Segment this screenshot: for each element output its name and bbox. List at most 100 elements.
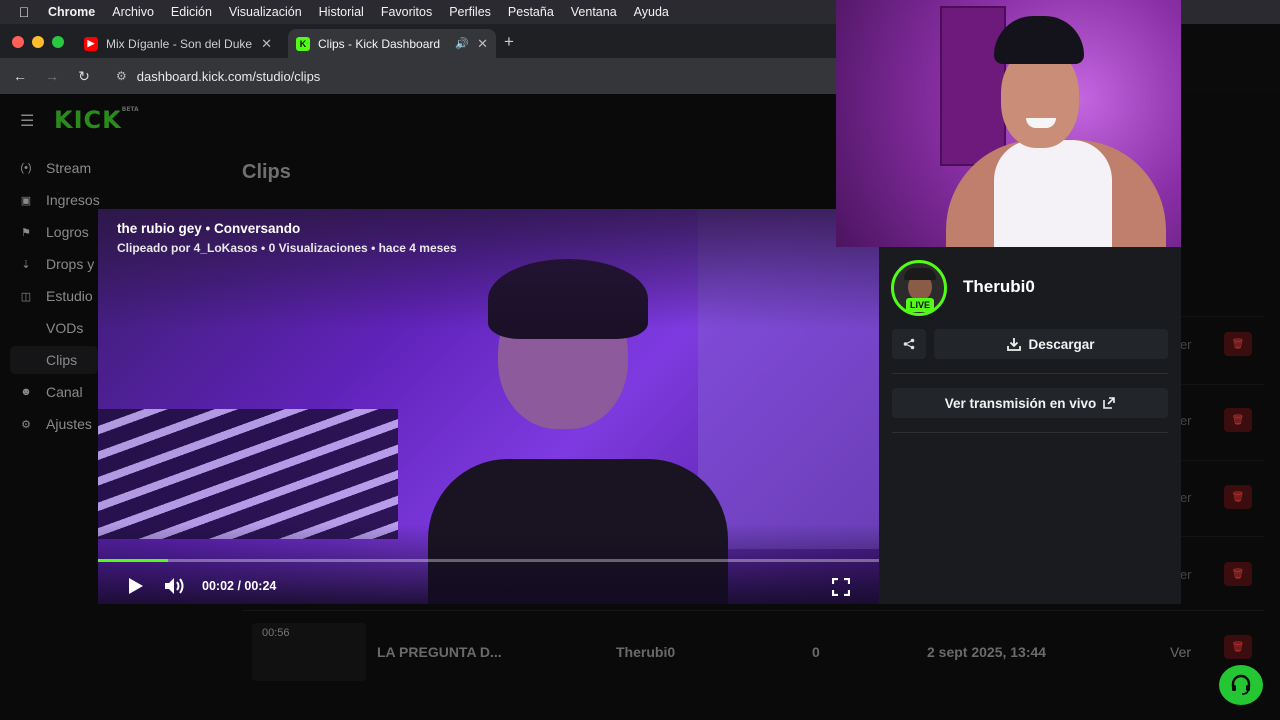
webcam-image	[994, 140, 1112, 247]
clip-views: 0	[812, 644, 820, 660]
sidebar-item-label: Canal	[46, 384, 83, 400]
support-button[interactable]	[1219, 665, 1263, 705]
delete-icon[interactable]: 🗑	[1224, 562, 1252, 586]
tab-kick-dashboard[interactable]: K Clips - Kick Dashboard 🔊 ✕	[288, 29, 496, 58]
live-badge: LIVE	[906, 298, 934, 312]
sidebar-item-label: Clips	[46, 352, 78, 368]
reload-icon[interactable]: ↻	[68, 68, 100, 85]
studio-icon: ◫	[20, 290, 32, 303]
address-bar-row: ← → ↻ ⚙ dashboard.kick.com/studio/clips	[0, 58, 836, 94]
sidebar-item-stream[interactable]: (•) Stream	[18, 160, 91, 176]
url-field[interactable]: ⚙ dashboard.kick.com/studio/clips	[116, 69, 320, 84]
menu-historial[interactable]: Historial	[319, 5, 364, 19]
menu-ayuda[interactable]: Ayuda	[634, 5, 669, 19]
sidebar-item-label: Ingresos	[46, 192, 100, 208]
clip-player[interactable]: the rubio gey • Conversando Clipeado por…	[98, 209, 879, 604]
webcam-image	[994, 16, 1084, 64]
view-link[interactable]: Ver	[1170, 644, 1191, 660]
sidebar-item-ajustes[interactable]: ⚙ Ajustes	[18, 416, 92, 432]
trophy-icon: ⚑	[21, 226, 31, 239]
back-icon[interactable]: ←	[4, 68, 36, 84]
divider	[892, 432, 1168, 433]
headset-icon	[1231, 674, 1251, 695]
sidebar-item-vods[interactable]: VODs	[46, 320, 83, 336]
watch-live-button[interactable]: Ver transmisión en vivo	[892, 388, 1168, 418]
beta-badge: BETA	[121, 106, 139, 113]
clip-title: LA PREGUNTA D...	[377, 644, 502, 660]
tab-title: Clips - Kick Dashboard	[318, 36, 441, 51]
speaker-icon[interactable]: 🔊	[455, 37, 469, 50]
clip-title: the rubio gey • Conversando	[117, 221, 301, 236]
sidebar-item-logros[interactable]: ⚑ Logros	[18, 224, 89, 240]
menu-chrome[interactable]: Chrome	[48, 5, 95, 19]
menu-ventana[interactable]: Ventana	[571, 5, 617, 19]
close-tab-icon[interactable]: ✕	[477, 36, 488, 52]
clip-thumbnail[interactable]: 00:56	[252, 623, 366, 681]
video-frame	[98, 409, 398, 539]
share-button[interactable]	[892, 329, 926, 359]
new-tab-icon[interactable]: +	[504, 32, 514, 52]
avatar-image	[904, 268, 936, 280]
site-settings-icon[interactable]: ⚙	[116, 69, 127, 83]
tab-youtube-mix[interactable]: ▶ Mix Díganle - Son del Duke - ✕	[76, 29, 280, 58]
sidebar-item-label: Logros	[46, 224, 89, 240]
menu-perfiles[interactable]: Perfiles	[449, 5, 491, 19]
clip-duration: 00:56	[262, 627, 290, 639]
sidebar-item-label: Stream	[46, 160, 92, 176]
sidebar-item-label: Drops y	[46, 256, 95, 272]
delete-icon[interactable]: 🗑	[1224, 635, 1252, 659]
download-icon	[1007, 338, 1022, 351]
sidebar-item-canal[interactable]: ☻ Canal	[18, 384, 83, 400]
menu-icon[interactable]: ☰	[20, 111, 34, 131]
users-icon: ☻	[20, 386, 32, 398]
share-icon	[903, 338, 915, 350]
webcam-overlay	[836, 0, 1181, 247]
menu-archivo[interactable]: Archivo	[112, 5, 154, 19]
download-button[interactable]: Descargar	[934, 329, 1168, 359]
kick-logo[interactable]: KICKBETA	[54, 106, 139, 134]
forward-icon[interactable]: →	[36, 68, 68, 84]
menu-edicion[interactable]: Edición	[171, 5, 212, 19]
sidebar-item-ingresos[interactable]: ▣ Ingresos	[18, 192, 100, 208]
play-icon[interactable]	[128, 577, 144, 595]
sidebar-item-label: Ajustes	[46, 416, 92, 432]
menu-favoritos[interactable]: Favoritos	[381, 5, 432, 19]
channel-name[interactable]: Therubi0	[963, 277, 1035, 297]
sidebar-item-estudio[interactable]: ◫ Estudio	[18, 288, 93, 304]
apple-icon[interactable]: 	[0, 4, 48, 20]
divider	[892, 373, 1168, 374]
delete-icon[interactable]: 🗑	[1224, 485, 1252, 509]
broadcast-icon: (•)	[20, 162, 32, 174]
clip-meta: Clipeado por 4_LoKasos • 0 Visualizacion…	[117, 241, 457, 255]
progress-bar[interactable]	[98, 559, 879, 562]
close-window-button[interactable]	[12, 36, 24, 48]
tab-title: Mix Díganle - Son del Duke -	[106, 36, 254, 51]
zoom-window-button[interactable]	[52, 36, 64, 48]
page-title: Clips	[242, 161, 291, 183]
clip-side-panel: LIVE Therubi0 Descargar Ver transmisión …	[879, 247, 1181, 604]
menu-visualizacion[interactable]: Visualización	[229, 5, 302, 19]
progress-fill	[98, 559, 169, 562]
sidebar-item-label: VODs	[46, 320, 84, 336]
gear-icon: ⚙	[21, 418, 31, 431]
kick-icon: K	[296, 36, 310, 51]
close-tab-icon[interactable]: ✕	[261, 36, 272, 52]
minimize-window-button[interactable]	[32, 36, 44, 48]
delete-icon[interactable]: 🗑	[1224, 408, 1252, 432]
tab-strip: ▶ Mix Díganle - Son del Duke - ✕ K Clips…	[0, 24, 836, 58]
external-link-icon	[1103, 397, 1116, 409]
url-text: dashboard.kick.com/studio/clips	[136, 68, 321, 84]
menu-pestana[interactable]: Pestaña	[508, 5, 554, 19]
sidebar-item-clips[interactable]: Clips	[10, 346, 98, 374]
sidebar-item-drops[interactable]: ⇣ Drops y	[18, 256, 94, 272]
dollar-icon: ▣	[20, 194, 32, 207]
fullscreen-icon[interactable]	[832, 578, 850, 596]
drops-icon: ⇣	[21, 258, 31, 271]
watch-live-label: Ver transmisión en vivo	[944, 395, 1097, 411]
logo-text: KICK	[54, 106, 122, 134]
delete-icon[interactable]: 🗑	[1224, 332, 1252, 356]
download-label: Descargar	[1028, 336, 1095, 352]
volume-icon[interactable]	[164, 577, 186, 595]
table-row[interactable]: 00:56 LA PREGUNTA D... Therubi0 0 2 sept…	[242, 610, 1264, 690]
youtube-icon: ▶	[84, 36, 98, 51]
